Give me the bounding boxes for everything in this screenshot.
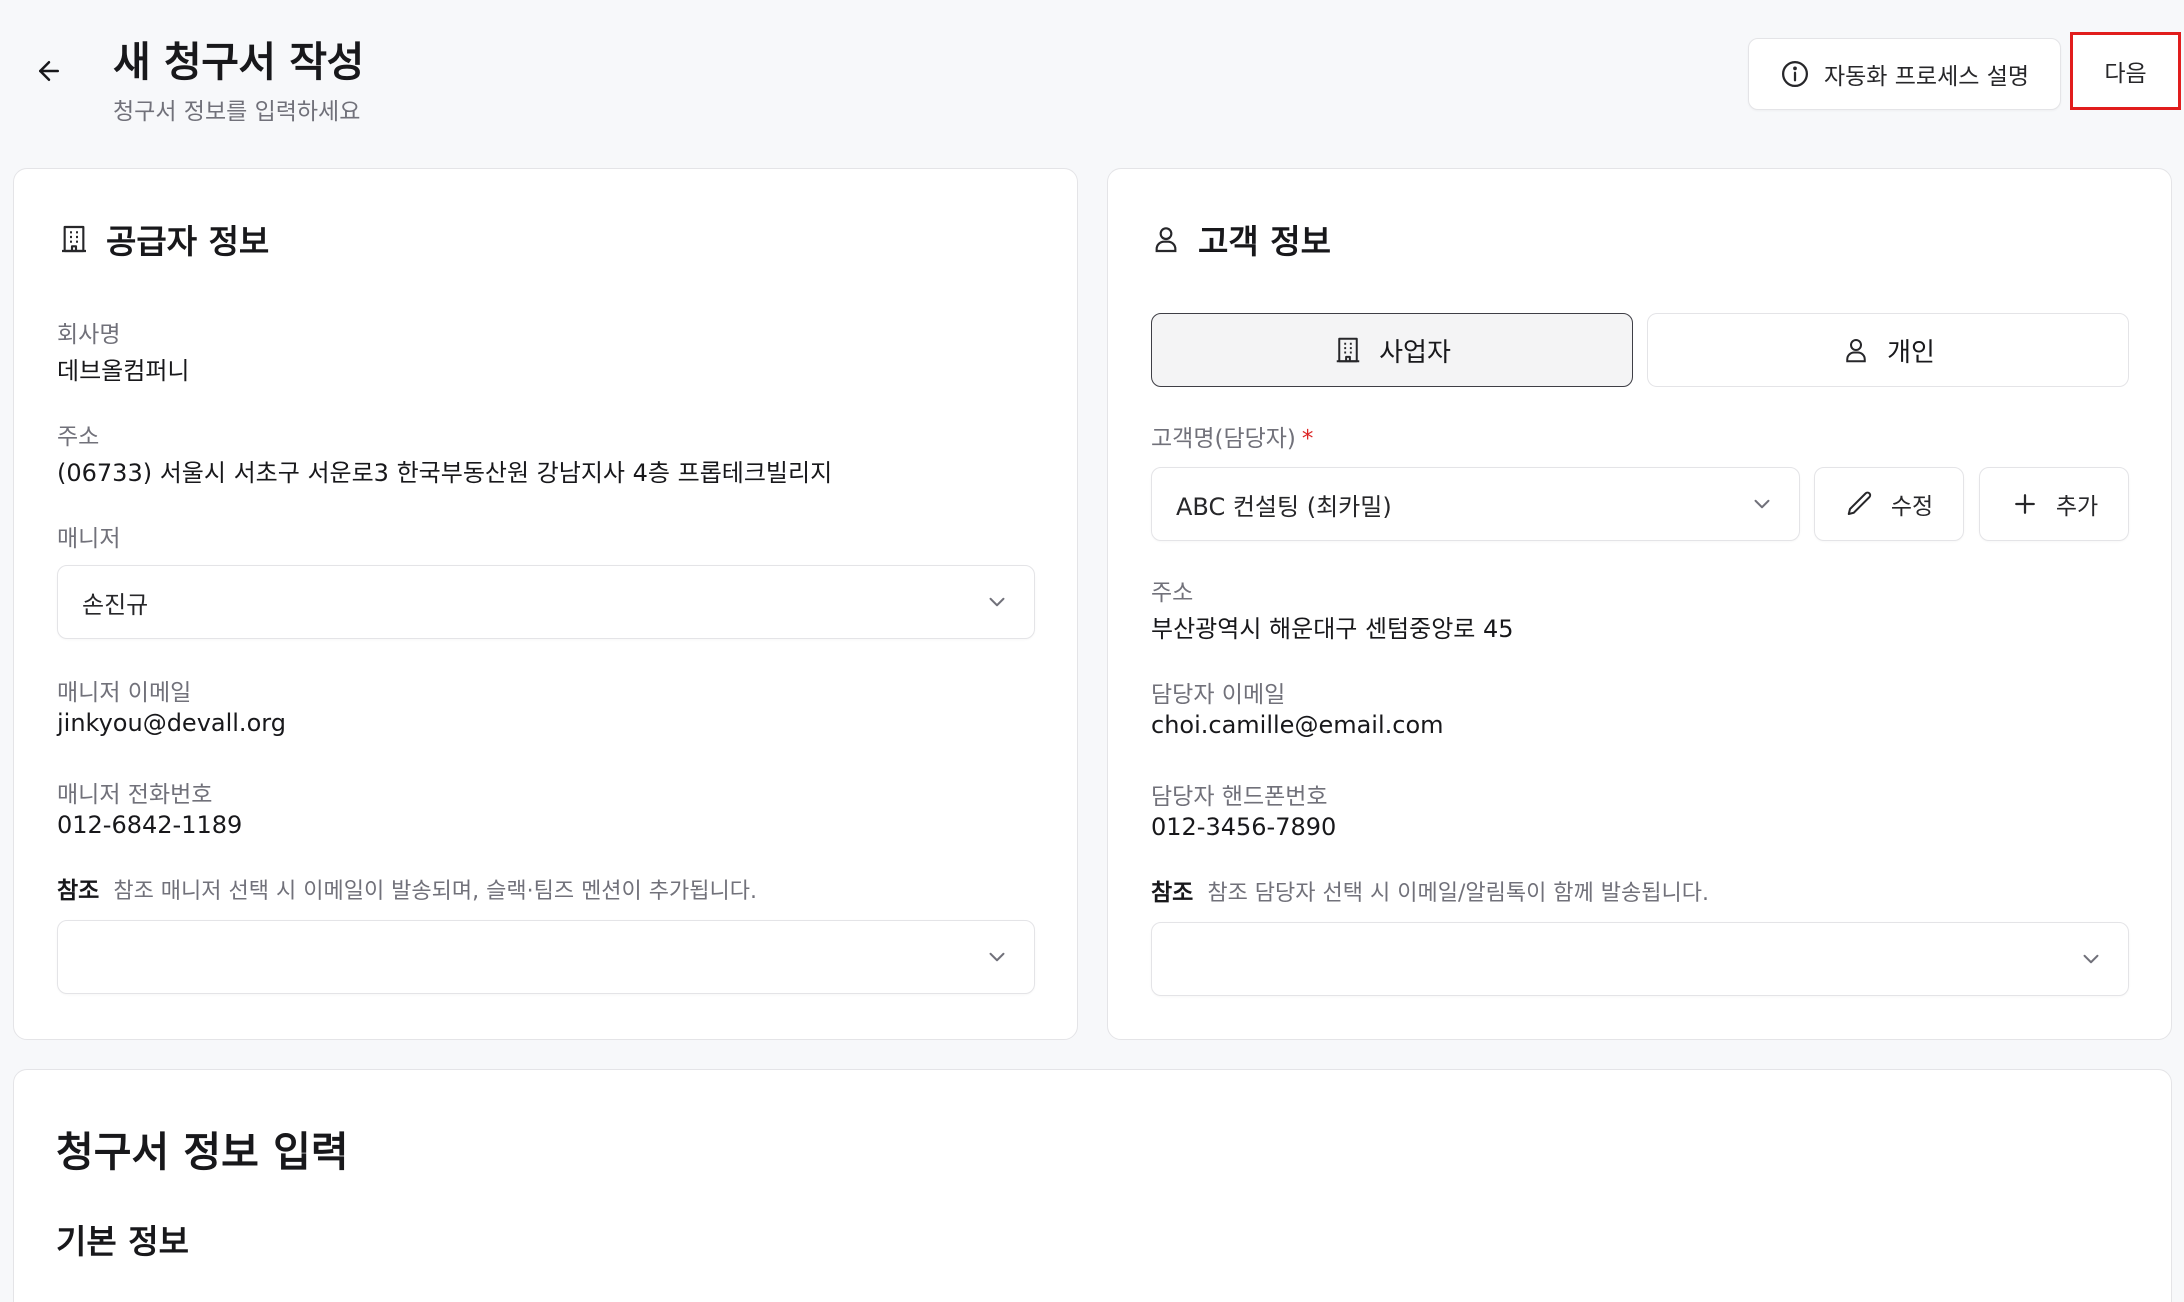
- supplier-title-text: 공급자 정보: [106, 222, 270, 261]
- manager-email-value: jinkyou@devall.org: [57, 709, 286, 737]
- customer-name-label-text: 고객명(담당자): [1151, 426, 1296, 452]
- manager-phone-value: 012-6842-1189: [57, 811, 243, 839]
- customer-phone-value: 012-3456-7890: [1151, 813, 1337, 841]
- info-icon: [1780, 59, 1810, 89]
- customer-card-title: 고객 정보: [1150, 215, 1331, 263]
- manager-select[interactable]: 손진규: [57, 565, 1035, 639]
- basic-info-heading: 기본 정보: [56, 1222, 189, 1261]
- supplier-address-value: (06733) 서울시 서초구 서운로3 한국부동산원 강남지사 4층 프롭테크…: [57, 459, 833, 487]
- supplier-reference-help: 참조 매니저 선택 시 이메일이 발송되며, 슬랙·팀즈 멘션이 추가됩니다.: [113, 879, 757, 904]
- process-button-label: 자동화 프로세스 설명: [1823, 64, 2030, 90]
- arrow-left-icon: [34, 56, 64, 86]
- page-subtitle: 청구서 정보를 입력하세요: [113, 99, 361, 125]
- chevron-down-icon: [2078, 946, 2104, 972]
- supplier-reference-select[interactable]: [57, 920, 1035, 994]
- manager-email-label: 매니저 이메일: [57, 680, 192, 706]
- edit-label: 수정: [1890, 494, 1934, 520]
- invoice-card: 청구서 정보 입력 기본 정보: [13, 1069, 2172, 1302]
- building-icon: [1333, 335, 1363, 365]
- supplier-card-title: 공급자 정보: [58, 215, 269, 263]
- chevron-down-icon: [1749, 491, 1775, 517]
- company-label: 회사명: [57, 322, 121, 348]
- invoice-title: 청구서 정보 입력: [56, 1128, 349, 1176]
- customer-email-label: 담당자 이메일: [1151, 682, 1286, 708]
- customer-type-business-button[interactable]: 사업자: [1151, 313, 1633, 387]
- manager-label: 매니저: [57, 526, 121, 552]
- individual-label: 개인: [1887, 337, 1935, 368]
- customer-address-value: 부산광역시 해운대구 센텀중앙로 45: [1151, 615, 1514, 643]
- manager-phone-label: 매니저 전화번호: [57, 782, 213, 808]
- customer-select[interactable]: ABC 컨설팅 (최카밀): [1151, 467, 1800, 541]
- customer-card: 고객 정보 사업자 개인 고객명(담당자) * ABC 컨설팅 (최카밀) 수정 …: [1107, 168, 2172, 1040]
- manager-select-value: 손진규: [82, 590, 149, 619]
- chevron-down-icon: [984, 589, 1010, 615]
- supplier-reference-label: 참조: [57, 878, 100, 904]
- add-customer-button[interactable]: 추가: [1979, 467, 2129, 541]
- page-title: 새 청구서 작성: [113, 38, 364, 86]
- chevron-down-icon: [984, 944, 1010, 970]
- customer-title-text: 고객 정보: [1198, 222, 1331, 261]
- business-label: 사업자: [1379, 337, 1451, 368]
- process-explanation-button[interactable]: 자동화 프로세스 설명: [1748, 38, 2061, 110]
- building-icon: [58, 223, 90, 255]
- customer-reference-label: 참조: [1151, 880, 1194, 906]
- customer-name-label: 고객명(담당자) *: [1151, 419, 1313, 453]
- supplier-reference-note: 참조 참조 매니저 선택 시 이메일이 발송되며, 슬랙·팀즈 멘션이 추가됩니…: [57, 871, 757, 905]
- company-value: 데브올컴퍼니: [57, 357, 190, 385]
- user-icon: [1150, 223, 1182, 255]
- customer-reference-select[interactable]: [1151, 922, 2129, 996]
- next-button[interactable]: 다음: [2070, 32, 2181, 110]
- customer-select-value: ABC 컨설팅 (최카밀): [1176, 492, 1392, 521]
- customer-type-individual-button[interactable]: 개인: [1647, 313, 2129, 387]
- user-icon: [1841, 335, 1871, 365]
- edit-customer-button[interactable]: 수정: [1814, 467, 1964, 541]
- customer-email-value: choi.camille@email.com: [1151, 711, 1444, 739]
- customer-address-label: 주소: [1151, 580, 1194, 606]
- customer-reference-note: 참조 참조 담당자 선택 시 이메일/알림톡이 함께 발송됩니다.: [1151, 873, 1709, 907]
- customer-phone-label: 담당자 핸드폰번호: [1151, 784, 1328, 810]
- customer-reference-help: 참조 담당자 선택 시 이메일/알림톡이 함께 발송됩니다.: [1207, 881, 1709, 906]
- supplier-card: 공급자 정보 회사명 데브올컴퍼니 주소 (06733) 서울시 서초구 서운로…: [13, 168, 1078, 1040]
- plus-icon: [2010, 489, 2040, 519]
- back-button[interactable]: [26, 48, 72, 94]
- supplier-address-label: 주소: [57, 424, 100, 450]
- required-mark: *: [1301, 426, 1314, 452]
- add-label: 추가: [2055, 494, 2099, 520]
- pencil-icon: [1845, 489, 1875, 519]
